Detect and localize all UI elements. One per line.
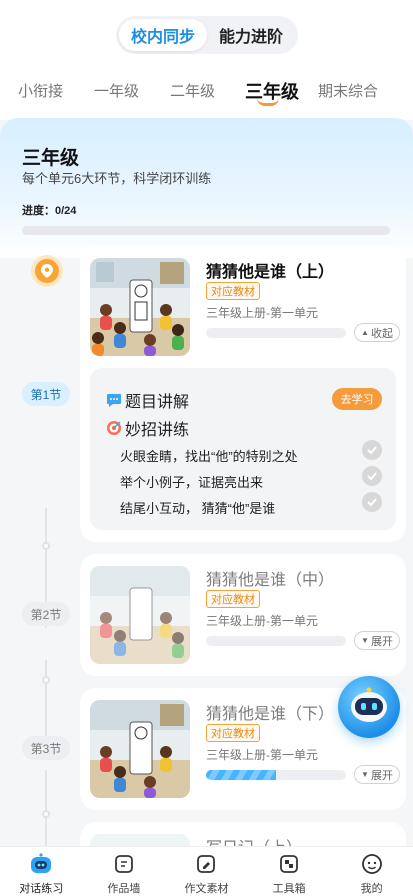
expand-button[interactable]: ▼ 展开 xyxy=(354,631,400,650)
lesson-unit: 三年级上册-第一单元 xyxy=(206,748,318,762)
explain-label: 题目讲解 xyxy=(125,394,190,411)
timeline-line xyxy=(45,660,47,746)
nav-toolbox[interactable]: 工具箱 xyxy=(248,847,331,896)
lesson-thumbnail xyxy=(90,258,190,356)
grade-header-card xyxy=(0,118,413,258)
lesson-progress-bar xyxy=(206,770,346,780)
timeline-line xyxy=(45,770,47,846)
top-header: 校内同步 能力进阶 小衔接 一年级 二年级 三年级 期末综合 xyxy=(0,0,413,120)
nav-label: 工具箱 xyxy=(272,883,306,895)
chevron-up-icon: ▲ xyxy=(361,328,369,337)
practice-item[interactable]: 火眼金睛，找出“他”的特别之处 xyxy=(120,446,298,465)
section-badge-1: 第1节 xyxy=(22,382,70,406)
app-page: 校内同步 能力进阶 小衔接 一年级 二年级 三年级 期末综合 三年级 每个单元6… xyxy=(0,0,413,896)
practice-label: 妙招讲练 xyxy=(125,422,190,439)
toolbox-icon xyxy=(277,852,301,876)
chat-robot-icon xyxy=(29,852,53,876)
assistant-robot-button[interactable] xyxy=(338,676,400,738)
bottom-nav: 对话练习 作品墙 作文素材 工具箱 我的 xyxy=(0,846,413,896)
target-icon xyxy=(106,420,122,436)
nav-label: 对话练习 xyxy=(19,883,64,895)
textbook-tag: 对应教材 xyxy=(206,724,260,742)
expand-button[interactable]: ▼ 展开 xyxy=(354,765,400,784)
toggle-label: 展开 xyxy=(370,769,393,782)
practice-item[interactable]: 举个小例子，证据亮出来 xyxy=(120,472,263,491)
mode-option-advanced[interactable]: 能力进阶 xyxy=(207,19,295,51)
nav-materials[interactable]: 作文素材 xyxy=(165,847,248,896)
lesson-card[interactable]: 猜猜他是谁（上） 对应教材 三年级上册-第一单元 ▲ 收起 题目讲解 去学习 妙招… xyxy=(80,246,406,542)
tab-final-review[interactable]: 期末综合 xyxy=(318,80,378,101)
lesson-card[interactable]: 猜猜他是谁（中） 对应教材 三年级上册-第一单元 ▼ 展开 xyxy=(80,554,406,676)
lesson-thumbnail xyxy=(90,566,190,664)
check-icon xyxy=(362,466,382,486)
textbook-tag: 对应教材 xyxy=(206,282,260,300)
nav-label: 作品墙 xyxy=(107,883,141,895)
lesson-progress-fill xyxy=(206,770,276,780)
lesson-title: 猜猜他是谁（中） xyxy=(206,572,335,589)
explain-row: 题目讲解 xyxy=(106,388,189,412)
robot-icon xyxy=(351,687,387,722)
section-badge-3: 第3节 xyxy=(22,736,70,760)
textbook-tag: 对应教材 xyxy=(206,590,260,608)
lesson-title: 猜猜他是谁（上） xyxy=(206,264,335,281)
lesson-title: 猜猜他是谁（下） xyxy=(206,706,335,723)
mode-option-sync[interactable]: 校内同步 xyxy=(119,19,207,51)
grade-title: 三年级 xyxy=(22,148,80,169)
grade-tabs: 小衔接 一年级 二年级 三年级 期末综合 xyxy=(0,74,413,110)
tab-bridge[interactable]: 小衔接 xyxy=(18,80,63,101)
nav-chat-practice[interactable]: 对话练习 xyxy=(0,847,83,896)
tab-grade-2[interactable]: 二年级 xyxy=(170,80,215,101)
gallery-icon xyxy=(112,852,136,876)
location-pin-icon xyxy=(35,259,59,283)
collapse-button[interactable]: ▲ 收起 xyxy=(354,323,400,342)
overall-progress-bar xyxy=(22,226,390,235)
practice-item[interactable]: 结尾小互动， 猜猜“他”是谁 xyxy=(120,498,275,517)
chevron-down-icon: ▼ xyxy=(361,770,369,779)
chevron-down-icon: ▼ xyxy=(361,636,369,645)
lesson-progress-bar xyxy=(206,636,346,646)
lesson-unit: 三年级上册-第一单元 xyxy=(206,306,318,320)
section-badge-2: 第2节 xyxy=(22,602,70,626)
practice-row: 妙招讲练 xyxy=(106,416,189,440)
progress-label: 进度：0/24 xyxy=(22,205,77,217)
grade-subtitle: 每个单元6大环节，科学闭环训练 xyxy=(22,171,212,186)
lesson-thumbnail xyxy=(90,700,190,798)
nav-gallery[interactable]: 作品墙 xyxy=(83,847,166,896)
mode-switch: 校内同步 能力进阶 xyxy=(116,16,298,54)
material-icon xyxy=(194,852,218,876)
timeline-dot xyxy=(42,676,50,684)
chat-bubble-icon xyxy=(106,392,122,408)
nav-label: 我的 xyxy=(360,883,383,895)
nav-label: 作文素材 xyxy=(184,883,229,895)
lesson-unit: 三年级上册-第一单元 xyxy=(206,614,318,628)
tab-grade-1[interactable]: 一年级 xyxy=(94,80,139,101)
toggle-label: 展开 xyxy=(370,635,393,648)
timeline-dot xyxy=(42,542,50,550)
go-study-button[interactable]: 去学习 xyxy=(332,388,382,410)
check-icon xyxy=(362,492,382,512)
lesson-progress-bar xyxy=(206,328,346,338)
toggle-label: 收起 xyxy=(370,327,393,340)
timeline-dot xyxy=(42,810,50,818)
nav-profile[interactable]: 我的 xyxy=(330,847,413,896)
lesson-detail-panel: 题目讲解 去学习 妙招讲练 火眼金睛，找出“他”的特别之处 举个小例子，证据亮出… xyxy=(90,368,396,530)
check-icon xyxy=(362,440,382,460)
profile-icon xyxy=(360,852,384,876)
